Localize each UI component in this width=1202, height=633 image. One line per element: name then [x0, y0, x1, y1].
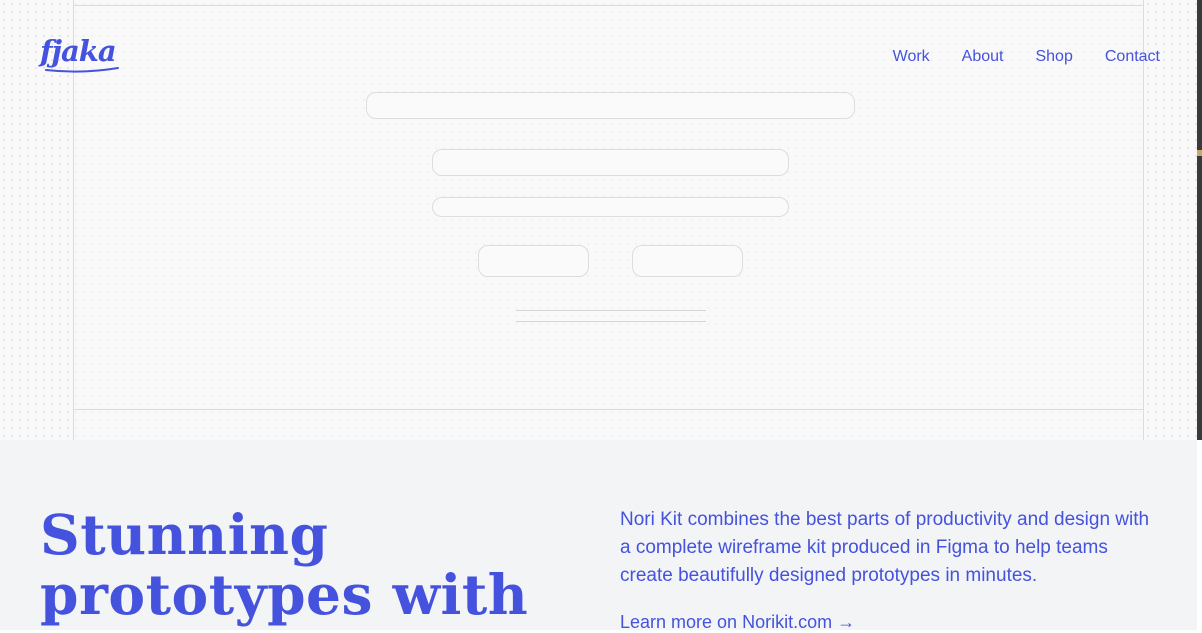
logo-underline-icon — [45, 67, 119, 73]
brand-logo[interactable]: fjaka — [40, 34, 117, 68]
hero-description: Nori Kit combines the best parts of prod… — [620, 509, 1150, 586]
wireframe-text-line-2 — [516, 321, 706, 322]
hero-headline: Stunning prototypes with — [40, 505, 600, 625]
headline-line-2: prototypes with — [40, 562, 529, 627]
wireframe-bottom-line — [73, 409, 1144, 410]
wireframe-button-1 — [478, 245, 589, 277]
nav-item-contact[interactable]: Contact — [1105, 48, 1160, 66]
wireframe-button-2 — [632, 245, 743, 277]
main-nav: Work About Shop Contact — [893, 48, 1160, 66]
headline-line-1: Stunning — [40, 502, 329, 567]
nav-item-work[interactable]: Work — [893, 48, 930, 66]
hero-wireframe-illustration — [0, 0, 1202, 440]
wireframe-text-line-1 — [516, 310, 706, 311]
nav-item-about[interactable]: About — [962, 48, 1004, 66]
window-edge — [1197, 0, 1202, 440]
wireframe-field-1 — [432, 149, 789, 176]
nav-item-shop[interactable]: Shop — [1035, 48, 1072, 66]
wireframe-search-bar — [366, 92, 855, 119]
wireframe-frame — [73, 0, 1144, 440]
wireframe-top-line — [73, 5, 1144, 6]
wireframe-field-2 — [432, 197, 789, 217]
